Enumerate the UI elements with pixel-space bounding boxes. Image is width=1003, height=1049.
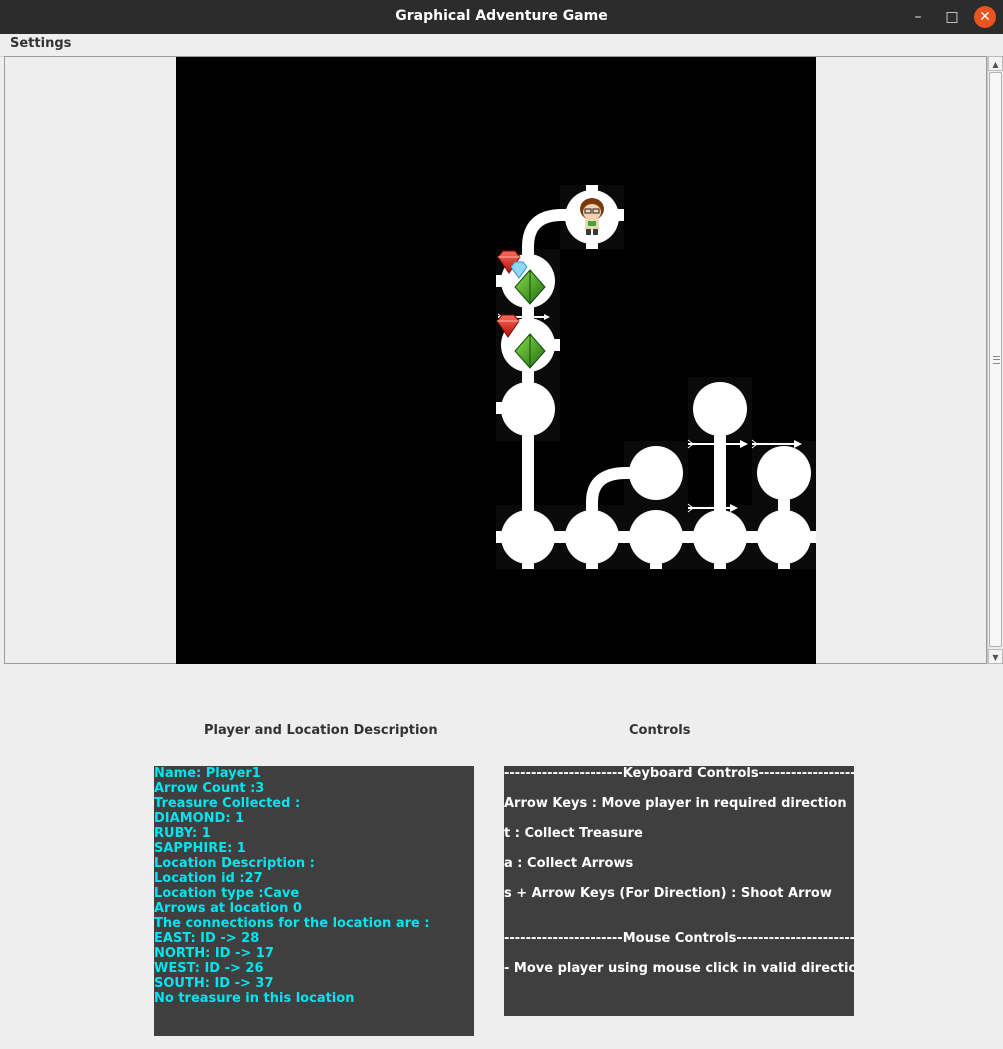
info-line: The connections for the location are : bbox=[154, 916, 430, 931]
vertical-scrollbar[interactable]: ▲ ▼ bbox=[987, 56, 1003, 664]
info-line: Location id :27 bbox=[154, 871, 263, 886]
info-line: SOUTH: ID -> 37 bbox=[154, 976, 274, 991]
control-line: - Move player using mouse click in valid… bbox=[504, 961, 854, 976]
close-button[interactable]: ✕ bbox=[974, 6, 996, 28]
description-panel-title: Player and Location Description bbox=[204, 723, 438, 738]
scroll-thumb[interactable] bbox=[989, 72, 1002, 647]
info-line: SAPPHIRE: 1 bbox=[154, 841, 246, 856]
window-title: Graphical Adventure Game bbox=[395, 8, 608, 24]
control-line: s + Arrow Keys (For Direction) : Shoot A… bbox=[504, 886, 832, 901]
info-line: Treasure Collected : bbox=[154, 796, 301, 811]
info-line: DIAMOND: 1 bbox=[154, 811, 245, 826]
controls-help: ----------------------Keyboard Controls-… bbox=[504, 766, 854, 1016]
menu-settings[interactable]: Settings bbox=[10, 36, 71, 51]
mouse-controls-header: ----------------------Mouse Controls----… bbox=[504, 931, 854, 946]
map-canvas[interactable] bbox=[176, 57, 816, 664]
scroll-up-icon[interactable]: ▲ bbox=[988, 56, 1003, 71]
keyboard-controls-header: ----------------------Keyboard Controls-… bbox=[504, 766, 854, 781]
control-line: Arrow Keys : Move player in required dir… bbox=[504, 796, 847, 811]
info-line: Arrow Count :3 bbox=[154, 781, 265, 796]
scroll-grip-icon bbox=[993, 356, 1000, 364]
control-line: t : Collect Treasure bbox=[504, 826, 643, 841]
window-titlebar: Graphical Adventure Game – □ ✕ bbox=[0, 0, 1003, 34]
info-line: WEST: ID -> 26 bbox=[154, 961, 264, 976]
scroll-down-icon[interactable]: ▼ bbox=[988, 649, 1003, 664]
dungeon-map[interactable] bbox=[176, 57, 816, 664]
info-line: No treasure in this location bbox=[154, 991, 355, 1006]
player-location-info: Name: Player1 Arrow Count :3 Treasure Co… bbox=[154, 766, 474, 1036]
info-line: Location type :Cave bbox=[154, 886, 300, 901]
menu-bar: Settings bbox=[0, 34, 1003, 57]
controls-panel-title: Controls bbox=[629, 723, 691, 738]
minimize-button[interactable]: – bbox=[907, 6, 929, 28]
maximize-button[interactable]: □ bbox=[941, 6, 963, 28]
info-line: RUBY: 1 bbox=[154, 826, 211, 841]
info-line: EAST: ID -> 28 bbox=[154, 931, 260, 946]
control-line: a : Collect Arrows bbox=[504, 856, 634, 871]
info-line: Location Description : bbox=[154, 856, 315, 871]
info-line: Arrows at location 0 bbox=[154, 901, 302, 916]
info-line: Name: Player1 bbox=[154, 766, 261, 781]
info-line: NORTH: ID -> 17 bbox=[154, 946, 274, 961]
